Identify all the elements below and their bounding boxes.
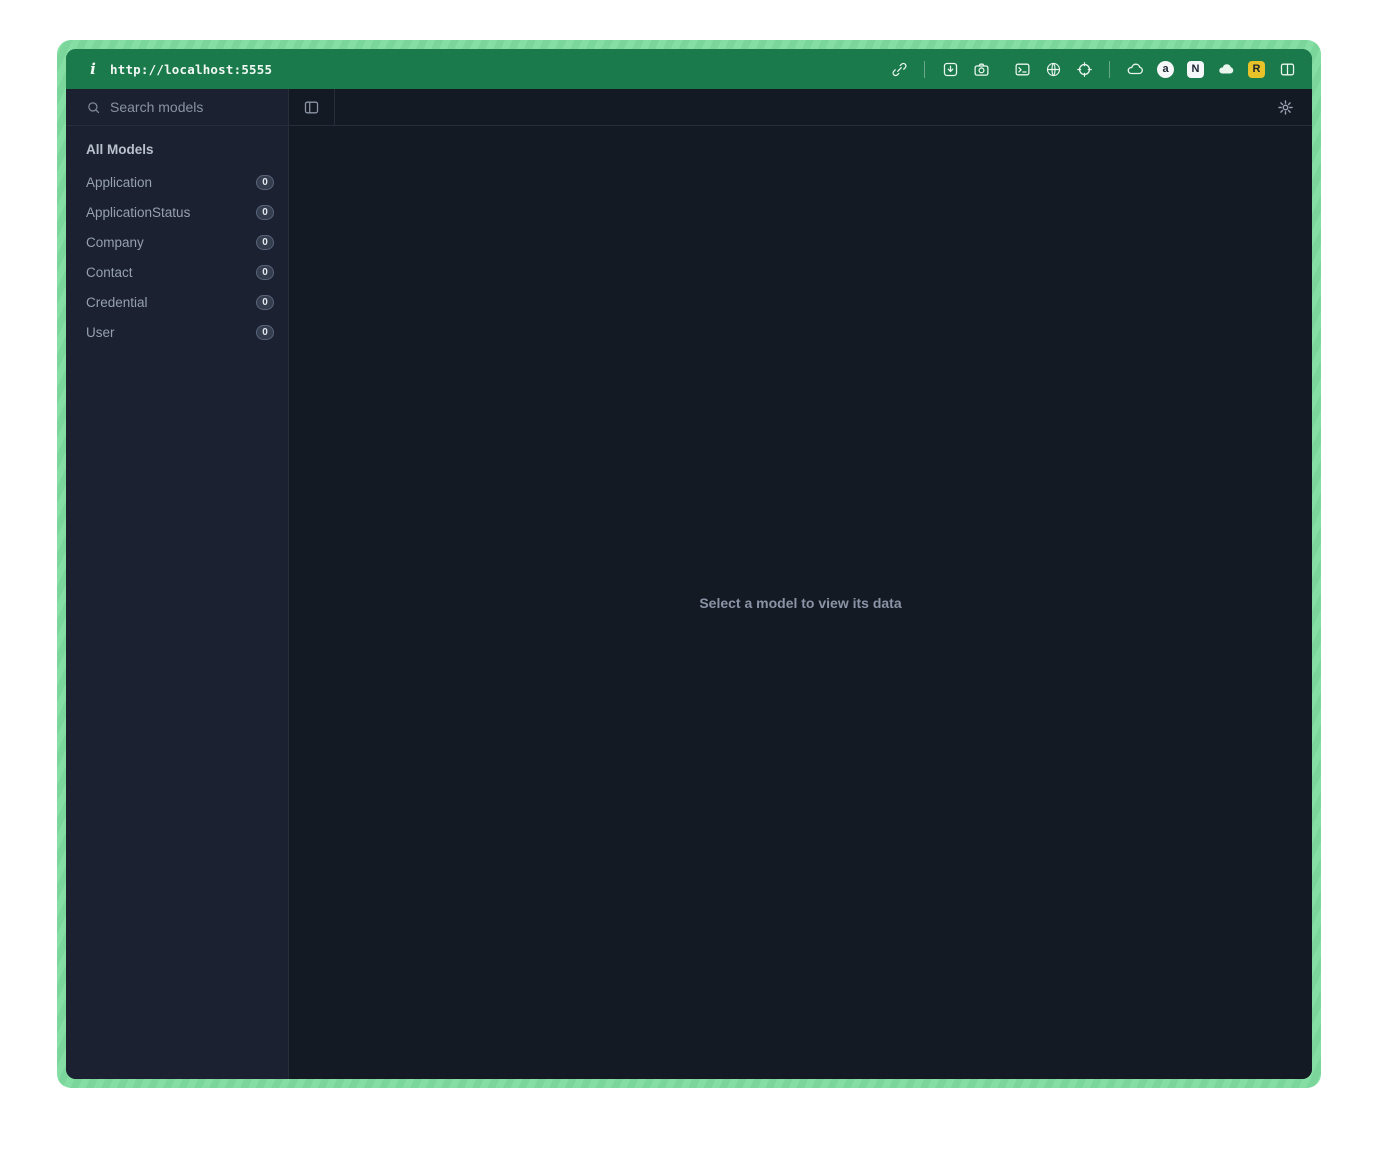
app-content: All Models Application 0 ApplicationStat…: [66, 126, 1312, 1079]
model-search[interactable]: [66, 89, 289, 125]
globe-icon[interactable]: [1044, 60, 1062, 78]
link-icon[interactable]: [890, 60, 908, 78]
browser-window: i http://localhost:5555: [66, 49, 1312, 1079]
model-label: User: [86, 325, 115, 340]
cloud-filled-icon[interactable]: [1217, 60, 1235, 78]
sidebar-item-application[interactable]: Application 0: [86, 167, 274, 197]
count-badge: 0: [256, 265, 274, 280]
crosshair-icon[interactable]: [1075, 60, 1093, 78]
cloud-outline-icon[interactable]: [1126, 60, 1144, 78]
model-label: Credential: [86, 295, 148, 310]
sidebar-toggle-button[interactable]: [289, 89, 335, 125]
titlebar-separator: [924, 61, 925, 78]
empty-state-message: Select a model to view its data: [699, 595, 901, 611]
model-label: ApplicationStatus: [86, 205, 190, 220]
sidebar-item-contact[interactable]: Contact 0: [86, 257, 274, 287]
layout-columns-icon[interactable]: [1278, 60, 1296, 78]
sidebar-item-company[interactable]: Company 0: [86, 227, 274, 257]
panel-left-icon: [303, 99, 320, 116]
app-icon-n[interactable]: N: [1187, 61, 1204, 78]
sidebar-item-user[interactable]: User 0: [86, 317, 274, 347]
count-badge: 0: [256, 325, 274, 340]
info-icon[interactable]: i: [86, 60, 100, 78]
sidebar-item-credential[interactable]: Credential 0: [86, 287, 274, 317]
titlebar-actions: a N R: [890, 60, 1296, 78]
terminal-icon[interactable]: [1013, 60, 1031, 78]
models-sidebar: All Models Application 0 ApplicationStat…: [66, 126, 289, 1079]
download-icon[interactable]: [941, 60, 959, 78]
model-label: Application: [86, 175, 152, 190]
titlebar-separator: [1109, 61, 1110, 78]
count-badge: 0: [256, 175, 274, 190]
screenshot-frame: i http://localhost:5555: [57, 40, 1321, 1088]
data-view: Select a model to view its data: [289, 126, 1312, 1079]
toolbar-right: [335, 89, 1312, 125]
model-label: Company: [86, 235, 144, 250]
settings-gear-icon[interactable]: [1276, 98, 1294, 116]
model-label: Contact: [86, 265, 133, 280]
sidebar-item-applicationstatus[interactable]: ApplicationStatus 0: [86, 197, 274, 227]
camera-icon[interactable]: [972, 60, 990, 78]
search-icon: [86, 100, 101, 115]
search-input[interactable]: [110, 99, 260, 115]
count-badge: 0: [256, 295, 274, 310]
count-badge: 0: [256, 205, 274, 220]
app-icon-a[interactable]: a: [1157, 61, 1174, 78]
url-text[interactable]: http://localhost:5555: [110, 62, 272, 77]
app-toolbar: [66, 89, 1312, 126]
app-icon-r[interactable]: R: [1248, 61, 1265, 78]
browser-titlebar: i http://localhost:5555: [66, 49, 1312, 89]
count-badge: 0: [256, 235, 274, 250]
sidebar-heading: All Models: [86, 142, 274, 157]
